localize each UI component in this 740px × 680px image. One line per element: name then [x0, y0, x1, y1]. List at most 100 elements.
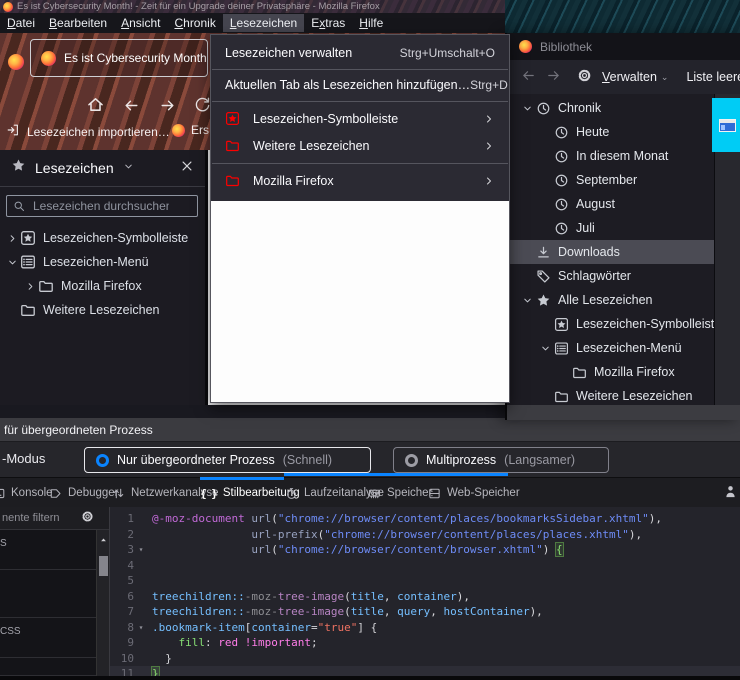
- reload-icon[interactable]: [194, 96, 211, 118]
- tree-item[interactable]: Mozilla Firefox: [0, 274, 205, 298]
- menubar-item-hilfe[interactable]: Hilfe: [352, 14, 390, 32]
- devtools-tab-web-speicher[interactable]: Web-Speicher: [428, 478, 520, 507]
- code-text: treechildren::-moz-tree-image(title, que…: [148, 605, 543, 618]
- active-tab-indicator: [200, 477, 284, 480]
- radio-icon[interactable]: [405, 454, 418, 467]
- cyan-window-fragment[interactable]: [712, 98, 740, 152]
- person-icon[interactable]: [723, 484, 738, 504]
- devtools-tab-konsole[interactable]: Konsole: [0, 478, 53, 507]
- arrow-left-icon: [123, 97, 140, 114]
- search-input[interactable]: [31, 198, 171, 214]
- code-line[interactable]: 3▾ url("chrome://browser/content/browser…: [110, 542, 740, 558]
- fold-arrow-icon[interactable]: ▾: [134, 623, 148, 632]
- menubar-item-ansicht[interactable]: Ansicht: [114, 14, 167, 32]
- devtools-tab-debugger[interactable]: Debugger: [49, 478, 119, 507]
- bookmarks-toolbar-item[interactable]: Ers: [172, 123, 209, 137]
- tree-item[interactable]: Juli: [507, 216, 714, 240]
- tree-item[interactable]: Lesezeichen-Symbolleiste: [0, 226, 205, 250]
- line-number: 8: [110, 621, 134, 634]
- tree-item[interactable]: Weitere Lesezeichen: [507, 384, 714, 405]
- bookmarks-menu-item[interactable]: Mozilla Firefox: [211, 167, 509, 194]
- process-mode-option[interactable]: Nur übergeordneter Prozess(Schnell): [84, 447, 371, 473]
- code-line[interactable]: 1@-moz-document url("chrome://browser/co…: [110, 511, 740, 527]
- tab-favicon-firefox-icon: [41, 51, 56, 66]
- process-mode-option[interactable]: Multiprozess(Langsamer): [393, 447, 609, 473]
- sidebar-search[interactable]: [6, 195, 198, 217]
- code-line[interactable]: 5: [110, 573, 740, 589]
- stylesheet-list-item[interactable]: CSS: [0, 618, 96, 658]
- gear-icon[interactable]: [81, 510, 94, 526]
- star-box-icon: [554, 317, 569, 332]
- tree-item[interactable]: Weitere Lesezeichen: [0, 298, 205, 322]
- fold-arrow-icon[interactable]: ▾: [134, 545, 148, 554]
- code-line[interactable]: 8▾.bookmark-item[container="true"] {: [110, 620, 740, 636]
- forward-icon[interactable]: [546, 68, 561, 86]
- stylesheet-list-item[interactable]: [0, 658, 96, 676]
- active-tab[interactable]: Es ist Cybersecurity Month: [30, 39, 208, 77]
- liste-leeren-button[interactable]: Liste leeren: [686, 70, 740, 84]
- scrollbar-thumb[interactable]: [99, 556, 108, 576]
- tree-item[interactable]: Heute: [507, 120, 714, 144]
- back-icon[interactable]: [521, 68, 536, 86]
- pinned-tab-firefox-icon[interactable]: [8, 54, 24, 70]
- tab-label: Speicher: [387, 487, 432, 499]
- bookmarks-menu-item[interactable]: Lesezeichen verwaltenStrg+Umschalt+O: [211, 41, 509, 65]
- back-icon[interactable]: [123, 97, 140, 119]
- gear-icon[interactable]: [577, 68, 592, 86]
- bookmarks-menu-item[interactable]: Weitere Lesezeichen: [211, 132, 509, 159]
- chevron-down-icon[interactable]: [537, 343, 554, 354]
- chevron-down-icon[interactable]: [4, 257, 20, 268]
- caret-up-icon[interactable]: [98, 533, 109, 551]
- code-line[interactable]: 9 fill: red !important;: [110, 635, 740, 651]
- close-icon[interactable]: [180, 159, 194, 178]
- sidebar-title[interactable]: Lesezeichen: [35, 160, 114, 176]
- stylesheet-filter[interactable]: nente filtern: [0, 507, 109, 530]
- tree-item[interactable]: Lesezeichen-Symbolleiste: [507, 312, 714, 336]
- tree-item[interactable]: Schlagwörter: [507, 264, 714, 288]
- css-code-editor[interactable]: 1@-moz-document url("chrome://browser/co…: [110, 507, 740, 676]
- verwalten-menu-button[interactable]: Verwalten ⌄: [602, 70, 668, 84]
- option-label: Nur übergeordneter Prozess: [117, 453, 275, 467]
- scrollbar[interactable]: [96, 530, 109, 676]
- code-line[interactable]: 2 url-prefix("chrome://browser/content/p…: [110, 527, 740, 543]
- radio-icon[interactable]: [96, 454, 109, 467]
- bookmarks-import-button[interactable]: Lesezeichen importieren…: [6, 123, 170, 140]
- clock-icon: [554, 149, 569, 164]
- code-line[interactable]: 4: [110, 558, 740, 574]
- content-devtools-gap: [0, 405, 505, 418]
- devtools-message: für übergeordneten Prozess: [4, 423, 153, 437]
- code-line[interactable]: 6treechildren::-moz-tree-image(title, co…: [110, 589, 740, 605]
- tree-item[interactable]: Lesezeichen-Menü: [0, 250, 205, 274]
- forward-icon[interactable]: [159, 97, 176, 119]
- list-menu-icon: [554, 341, 569, 356]
- chevron-down-icon[interactable]: [519, 295, 536, 306]
- tree-item[interactable]: Downloads: [507, 240, 714, 264]
- tree-item[interactable]: Chronik: [507, 96, 714, 120]
- menubar-item-datei[interactable]: Datei: [0, 14, 42, 32]
- chevron-down-icon[interactable]: [519, 103, 536, 114]
- devtools-tab-speicher[interactable]: Speicher: [368, 478, 432, 507]
- menubar-item-extras[interactable]: Extras: [304, 14, 352, 32]
- tree-item[interactable]: Lesezeichen-Menü: [507, 336, 714, 360]
- chevron-right-icon[interactable]: [4, 233, 20, 244]
- chevron-down-icon[interactable]: [123, 159, 134, 177]
- code-line[interactable]: 7treechildren::-moz-tree-image(title, qu…: [110, 604, 740, 620]
- tree-item[interactable]: Mozilla Firefox: [507, 360, 714, 384]
- tree-item[interactable]: September: [507, 168, 714, 192]
- stylesheet-list-item[interactable]: [0, 570, 96, 618]
- home-icon[interactable]: [86, 95, 105, 119]
- tree-item[interactable]: In diesem Monat: [507, 144, 714, 168]
- chevron-right-icon[interactable]: [22, 281, 38, 292]
- bookmarks-menu-item[interactable]: Lesezeichen-Symbolleiste: [211, 105, 509, 132]
- tree-item[interactable]: Alle Lesezeichen: [507, 288, 714, 312]
- chevron-down-icon: [123, 161, 134, 172]
- tree-item[interactable]: August: [507, 192, 714, 216]
- menubar-item-chronik[interactable]: Chronik: [167, 14, 222, 32]
- menubar-item-lesezeichen[interactable]: Lesezeichen: [223, 14, 304, 32]
- bookmarks-menu-item[interactable]: Aktuellen Tab als Lesezeichen hinzufügen…: [211, 73, 509, 97]
- menubar-item-bearbeiten[interactable]: Bearbeiten: [42, 14, 114, 32]
- line-number: 3: [110, 543, 134, 556]
- code-line[interactable]: 11}: [110, 666, 740, 676]
- stylesheet-list-item[interactable]: S: [0, 530, 96, 570]
- code-line[interactable]: 10 }: [110, 651, 740, 667]
